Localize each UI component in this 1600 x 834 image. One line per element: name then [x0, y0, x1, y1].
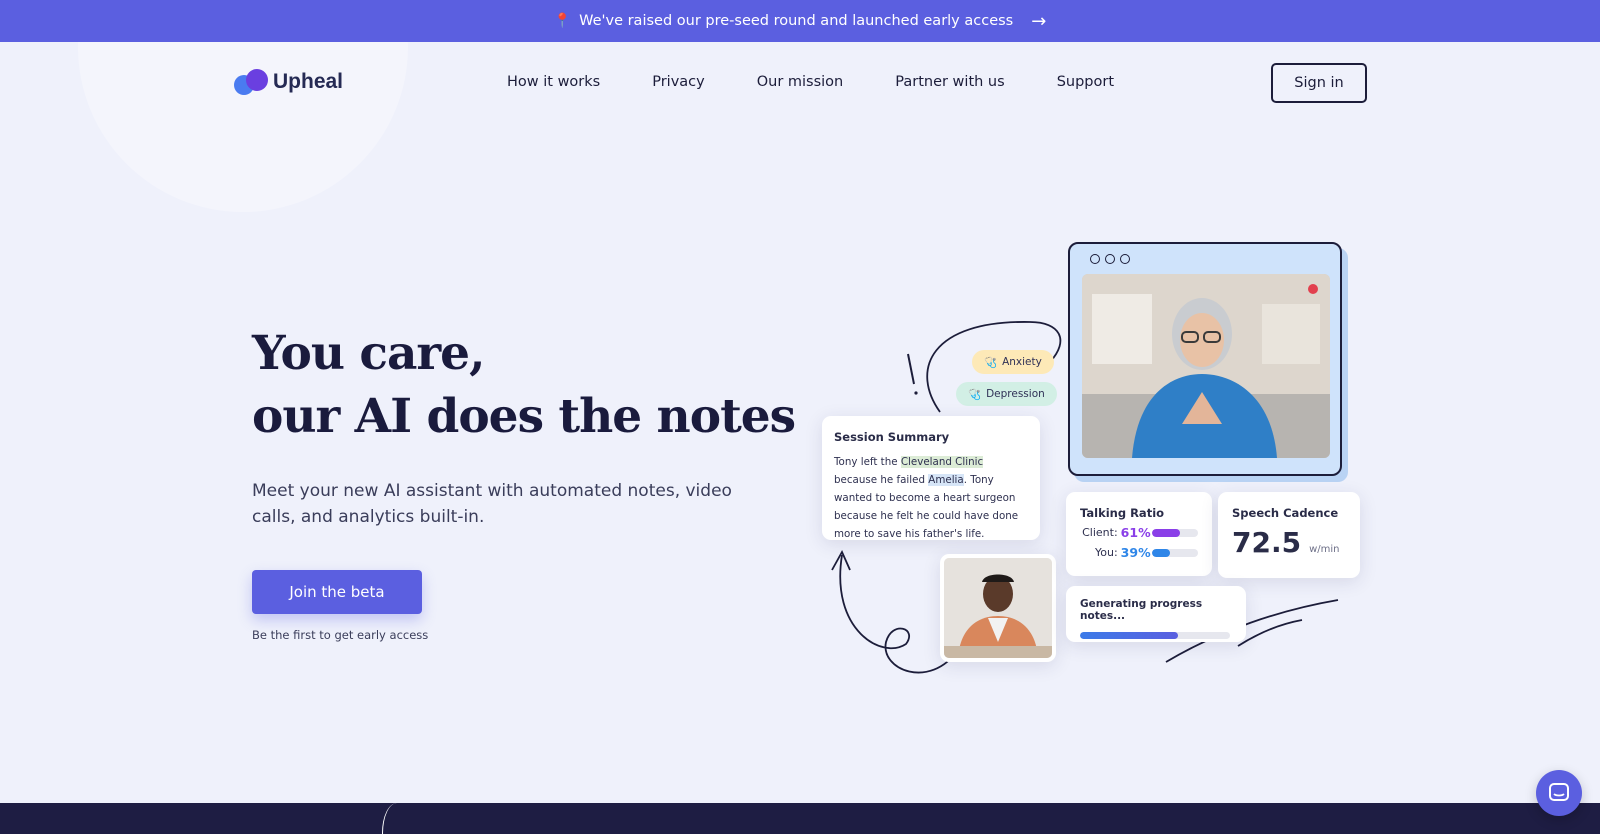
logo[interactable]: Upheal [234, 69, 343, 95]
summary-highlight-name: Amelia [928, 474, 964, 486]
chat-widget-button[interactable] [1536, 770, 1582, 816]
hero-title: You care, our AI does the notes [252, 322, 796, 448]
tag-anxiety-label: Anxiety [1002, 356, 1042, 368]
session-summary-text: Tony left the Cleveland Clinic because h… [834, 453, 1028, 543]
summary-text-segment: because he failed [834, 474, 929, 486]
you-percent: 39% [1120, 545, 1151, 560]
progress-notes-title: Generating progress notes... [1080, 598, 1203, 622]
hero-title-line-1: You care, [252, 326, 485, 381]
client-video-card [940, 554, 1056, 662]
talking-ratio-card: Talking Ratio Client: 61% You: 39% [1066, 492, 1212, 576]
recording-dot-icon [1308, 284, 1318, 294]
stethoscope-icon: 🩺 [984, 356, 998, 369]
therapist-portrait [1082, 274, 1330, 458]
hero-section: You care, our AI does the notes Meet you… [252, 322, 796, 642]
nav-link-our-mission[interactable]: Our mission [757, 74, 844, 90]
product-illustration: 🩺 Anxiety 🩺 Depression Session Summary T… [820, 240, 1380, 690]
tag-depression-label: Depression [986, 388, 1045, 400]
talking-ratio-row-you: You: 39% [1080, 545, 1198, 560]
logo-mark-icon [234, 69, 268, 95]
client-video [944, 558, 1052, 658]
arrow-right-icon: → [1031, 10, 1047, 32]
top-nav: Upheal How it works Privacy Our mission … [0, 62, 1600, 106]
footer-band [0, 803, 1600, 834]
nav-link-partner-with-us[interactable]: Partner with us [895, 74, 1004, 90]
cta-note: Be the first to get early access [252, 628, 429, 642]
nav-links: How it works Privacy Our mission Partner… [507, 74, 1114, 90]
video-call-window [1068, 242, 1342, 476]
nav-link-support[interactable]: Support [1057, 74, 1114, 90]
summary-highlight-place: Cleveland Clinic [900, 456, 984, 468]
speech-cadence-title: Speech Cadence [1232, 506, 1339, 520]
client-portrait [944, 558, 1052, 658]
nav-link-how-it-works[interactable]: How it works [507, 74, 600, 90]
progress-notes-bar [1080, 632, 1230, 639]
chat-icon [1549, 783, 1569, 801]
you-ratio-bar [1152, 548, 1198, 557]
join-beta-button[interactable]: Join the beta [252, 570, 422, 614]
therapist-video [1082, 274, 1330, 458]
talking-ratio-title: Talking Ratio [1080, 506, 1165, 520]
summary-text-segment: Tony left the [834, 456, 901, 468]
nav-link-privacy[interactable]: Privacy [652, 74, 705, 90]
talking-ratio-row-client: Client: 61% [1080, 525, 1198, 540]
you-label: You: [1095, 546, 1118, 559]
sign-in-button[interactable]: Sign in [1271, 63, 1367, 103]
session-summary-card: Session Summary Tony left the Cleveland … [822, 416, 1040, 540]
hero-title-line-2: our AI does the notes [252, 389, 796, 444]
speech-cadence-value: 72.5 w/min [1232, 526, 1346, 559]
pin-icon: 📍 [553, 13, 572, 29]
hero-subtitle: Meet your new AI assistant with automate… [252, 481, 732, 527]
cadence-unit: w/min [1309, 544, 1340, 555]
client-label: Client: [1082, 526, 1118, 539]
logo-text: Upheal [273, 70, 344, 93]
decorative-arc [382, 803, 412, 834]
client-percent: 61% [1120, 525, 1151, 540]
session-summary-title: Session Summary [834, 430, 950, 444]
tag-depression: 🩺 Depression [956, 382, 1057, 406]
progress-notes-card: Generating progress notes... [1066, 586, 1246, 642]
banner-text: We've raised our pre-seed round and laun… [579, 13, 1014, 29]
tag-anxiety: 🩺 Anxiety [972, 350, 1054, 374]
cadence-number: 72.5 [1232, 526, 1302, 559]
announcement-banner[interactable]: 📍 We've raised our pre-seed round and la… [0, 0, 1600, 42]
client-ratio-bar [1152, 528, 1198, 537]
speech-cadence-card: Speech Cadence 72.5 w/min [1218, 492, 1360, 578]
window-dots-icon [1090, 254, 1130, 264]
stethoscope-icon: 🩺 [968, 388, 982, 401]
